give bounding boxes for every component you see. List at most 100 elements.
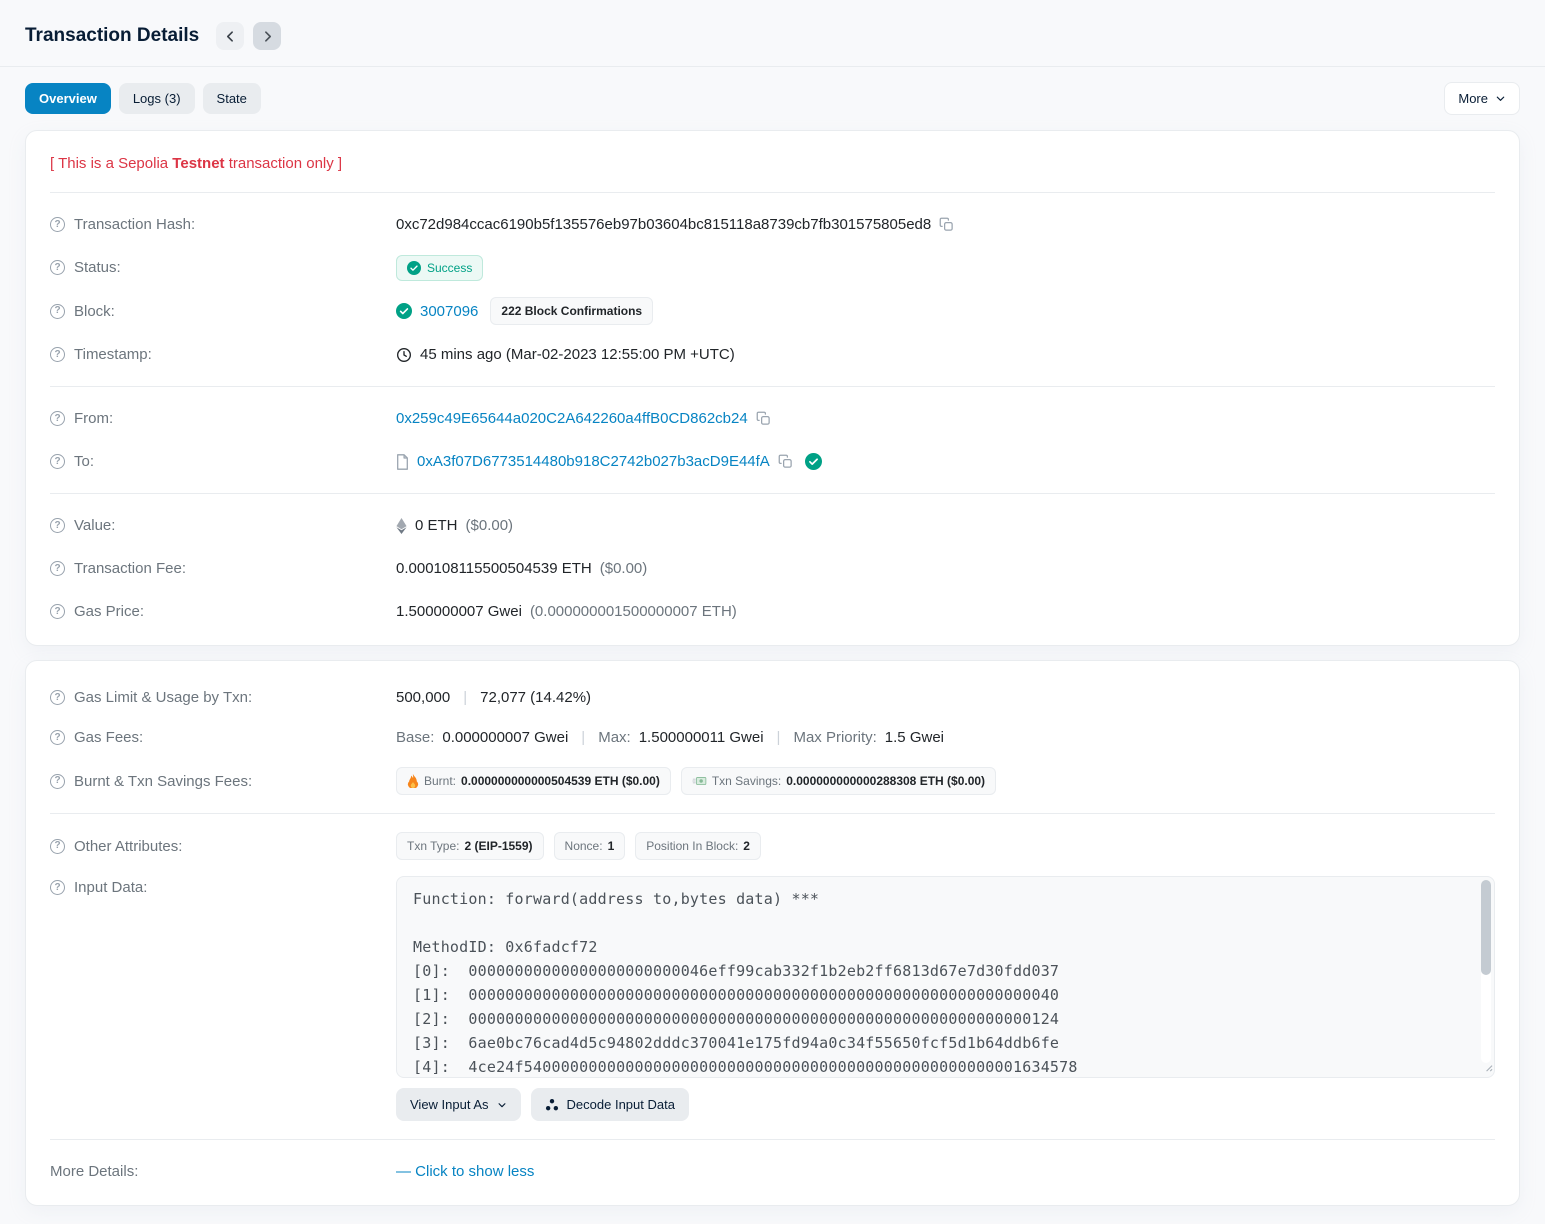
status-badge-label: Success bbox=[427, 261, 472, 275]
more-button[interactable]: More bbox=[1444, 82, 1520, 115]
clock-icon bbox=[396, 347, 412, 363]
burnt-savings-label: Burnt & Txn Savings Fees: bbox=[74, 773, 252, 790]
help-icon[interactable] bbox=[50, 730, 65, 745]
help-icon[interactable] bbox=[50, 260, 65, 275]
decode-icon bbox=[545, 1098, 559, 1112]
copy-icon[interactable] bbox=[778, 454, 793, 469]
resize-grip-icon[interactable] bbox=[1482, 1059, 1493, 1076]
timestamp-value: 45 mins ago (Mar-02-2023 12:55:00 PM +UT… bbox=[420, 346, 735, 363]
show-less-link[interactable]: — Click to show less bbox=[396, 1163, 534, 1180]
chevron-left-icon bbox=[224, 30, 237, 43]
gas-limit-row: Gas Limit & Usage by Txn: 500,000 | 72,0… bbox=[50, 673, 1495, 716]
gas-limit-value: 500,000 bbox=[396, 689, 450, 706]
help-icon[interactable] bbox=[50, 454, 65, 469]
help-icon[interactable] bbox=[50, 304, 65, 319]
status-label: Status: bbox=[74, 259, 121, 276]
other-attributes-row: Other Attributes: Txn Type: 2 (EIP-1559)… bbox=[50, 824, 1495, 868]
position-in-block-label: Position In Block: bbox=[646, 839, 738, 853]
chevron-down-icon bbox=[497, 1100, 507, 1110]
warning-bold: Testnet bbox=[172, 155, 224, 172]
value-amount: 0 ETH bbox=[415, 517, 458, 534]
contract-document-icon bbox=[396, 454, 409, 470]
help-icon[interactable] bbox=[50, 774, 65, 789]
from-row: From: 0x259c49E65644a020C2A642260a4ffB0C… bbox=[50, 397, 1495, 440]
transaction-hash-label: Transaction Hash: bbox=[74, 216, 195, 233]
help-icon[interactable] bbox=[50, 217, 65, 232]
burnt-value: 0.000000000000504539 ETH ($0.00) bbox=[461, 774, 660, 788]
transaction-fee-amount: 0.000108115500504539 ETH bbox=[396, 560, 592, 577]
divider bbox=[50, 386, 1495, 387]
input-scrollbar-track[interactable] bbox=[1481, 880, 1491, 1063]
help-icon[interactable] bbox=[50, 690, 65, 705]
max-priority-value: 1.5 Gwei bbox=[885, 729, 944, 746]
nonce-value: 1 bbox=[608, 839, 615, 853]
decode-button-label: Decode Input Data bbox=[567, 1097, 675, 1112]
value-usd: ($0.00) bbox=[466, 517, 514, 534]
warning-suffix: transaction only ] bbox=[225, 155, 343, 172]
tab-logs[interactable]: Logs (3) bbox=[119, 83, 195, 114]
max-fee-label: Max: bbox=[598, 729, 631, 746]
gas-fees-row: Gas Fees: Base: 0.000000007 Gwei | Max: … bbox=[50, 716, 1495, 759]
help-icon[interactable] bbox=[50, 880, 65, 895]
help-icon[interactable] bbox=[50, 561, 65, 576]
block-row: Block: 3007096 222 Block Confirmations bbox=[50, 289, 1495, 333]
input-scrollbar-thumb[interactable] bbox=[1481, 880, 1491, 975]
burnt-savings-row: Burnt & Txn Savings Fees: Burnt: 0.00000… bbox=[50, 759, 1495, 803]
txn-savings-value: 0.000000000000288308 ETH ($0.00) bbox=[786, 774, 985, 788]
testnet-warning: [ This is a Sepolia Testnet transaction … bbox=[50, 143, 1495, 182]
nonce-badge: Nonce: 1 bbox=[554, 832, 626, 860]
txn-type-label: Txn Type: bbox=[407, 839, 459, 853]
to-address-link[interactable]: 0xA3f07D6773514480b918C2742b027b3acD9E44… bbox=[417, 453, 770, 470]
help-icon[interactable] bbox=[50, 518, 65, 533]
to-row: To: 0xA3f07D6773514480b918C2742b027b3acD… bbox=[50, 440, 1495, 483]
divider bbox=[50, 192, 1495, 193]
copy-icon[interactable] bbox=[756, 411, 771, 426]
money-wings-icon bbox=[692, 775, 707, 787]
tab-bar: Overview Logs (3) State More bbox=[0, 67, 1545, 130]
timestamp-row: Timestamp: 45 mins ago (Mar-02-2023 12:5… bbox=[50, 333, 1495, 376]
help-icon[interactable] bbox=[50, 604, 65, 619]
base-fee-value: 0.000000007 Gwei bbox=[442, 729, 568, 746]
burnt-label: Burnt: bbox=[424, 774, 456, 788]
chevron-right-icon bbox=[261, 30, 274, 43]
warning-prefix: [ This is a Sepolia bbox=[50, 155, 172, 172]
txn-type-badge: Txn Type: 2 (EIP-1559) bbox=[396, 832, 544, 860]
help-icon[interactable] bbox=[50, 839, 65, 854]
help-icon[interactable] bbox=[50, 411, 65, 426]
to-label: To: bbox=[74, 453, 94, 470]
help-icon[interactable] bbox=[50, 347, 65, 362]
decode-input-data-button[interactable]: Decode Input Data bbox=[531, 1088, 689, 1121]
max-priority-label: Max Priority: bbox=[793, 729, 876, 746]
block-confirmations-label: 222 Block Confirmations bbox=[501, 304, 642, 318]
tab-overview[interactable]: Overview bbox=[25, 83, 111, 114]
position-in-block-badge: Position In Block: 2 bbox=[635, 832, 761, 860]
value-row: Value: 0 ETH ($0.00) bbox=[50, 504, 1495, 547]
gas-price-label: Gas Price: bbox=[74, 603, 144, 620]
gas-fees-label: Gas Fees: bbox=[74, 729, 143, 746]
contract-success-icon bbox=[805, 453, 822, 470]
previous-transaction-button[interactable] bbox=[216, 22, 244, 50]
copy-icon[interactable] bbox=[939, 217, 954, 232]
block-confirmations-badge: 222 Block Confirmations bbox=[490, 297, 653, 325]
input-data-textarea[interactable]: Function: forward(address to,bytes data)… bbox=[396, 876, 1495, 1078]
gas-price-row: Gas Price: 1.500000007 Gwei (0.000000001… bbox=[50, 590, 1495, 633]
gas-limit-label: Gas Limit & Usage by Txn: bbox=[74, 689, 252, 706]
from-address-link[interactable]: 0x259c49E65644a020C2A642260a4ffB0CD862cb… bbox=[396, 410, 748, 427]
gas-usage-value: 72,077 (14.42%) bbox=[480, 689, 591, 706]
divider bbox=[50, 1139, 1495, 1140]
block-number-link[interactable]: 3007096 bbox=[420, 303, 478, 320]
separator: | bbox=[581, 729, 585, 746]
flame-icon bbox=[407, 774, 419, 788]
more-details-label: More Details: bbox=[50, 1163, 138, 1180]
view-input-as-button[interactable]: View Input As bbox=[396, 1088, 521, 1121]
burnt-badge: Burnt: 0.000000000000504539 ETH ($0.00) bbox=[396, 767, 671, 795]
more-details-row: More Details: — Click to show less bbox=[50, 1150, 1495, 1193]
page-header: Transaction Details bbox=[0, 0, 1545, 67]
page-title: Transaction Details bbox=[25, 25, 199, 47]
txn-type-value: 2 (EIP-1559) bbox=[464, 839, 532, 853]
value-label: Value: bbox=[74, 517, 115, 534]
eth-icon bbox=[396, 518, 407, 534]
next-transaction-button[interactable] bbox=[253, 22, 281, 50]
tab-state[interactable]: State bbox=[203, 83, 261, 114]
max-fee-value: 1.500000011 Gwei bbox=[639, 729, 764, 746]
